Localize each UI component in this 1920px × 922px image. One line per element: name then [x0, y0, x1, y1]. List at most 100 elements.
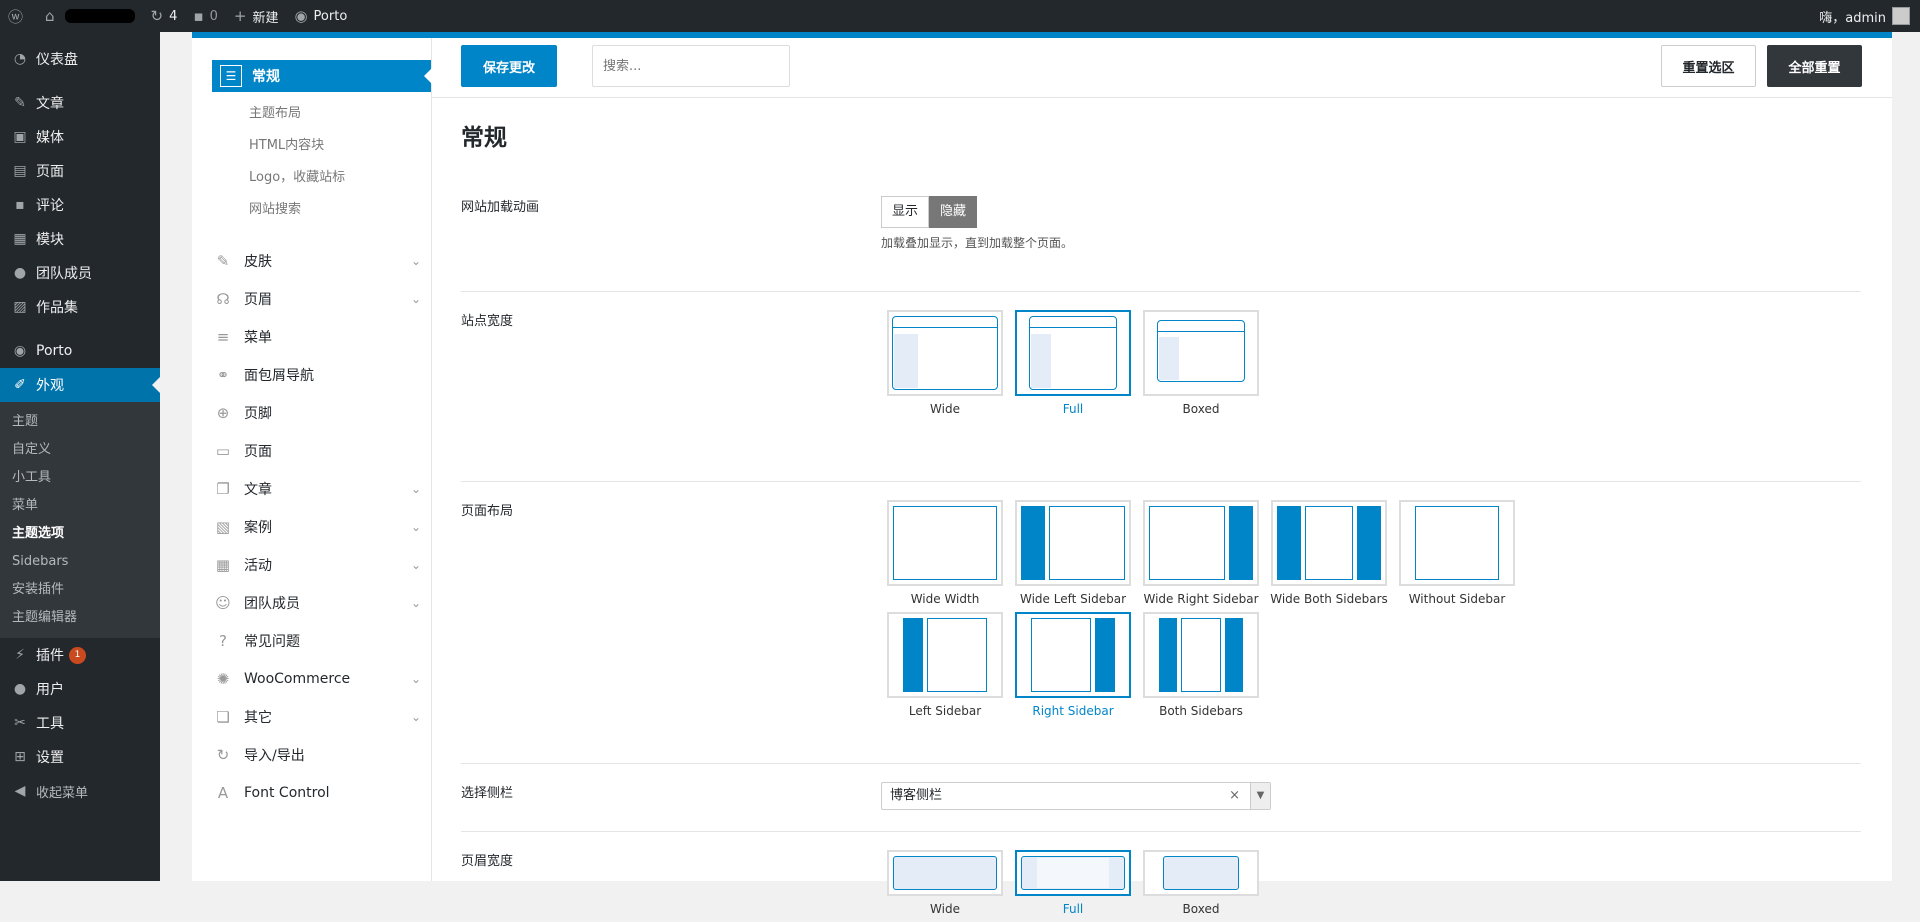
- image-icon: ▧: [215, 518, 231, 536]
- nav-import-export[interactable]: ↻ 导入/导出: [192, 736, 431, 774]
- porto-icon: ◉: [294, 7, 308, 25]
- comments-link[interactable]: ▪ 0: [185, 0, 225, 32]
- search-input[interactable]: [592, 45, 790, 87]
- header-width-wide[interactable]: Wide: [881, 850, 1009, 916]
- new-content-link[interactable]: + 新建: [226, 0, 287, 32]
- redacted-site-name: [64, 9, 135, 23]
- media-icon: ▣: [13, 129, 27, 145]
- menu-tools[interactable]: ✂ 工具: [0, 706, 160, 740]
- menu-settings[interactable]: ⊞ 设置: [0, 740, 160, 774]
- nav-menu[interactable]: ≡ 菜单: [192, 318, 431, 356]
- menu-appearance[interactable]: ✐ 外观: [0, 368, 160, 402]
- chevron-down-icon[interactable]: ▼: [1250, 783, 1270, 809]
- user-icon: ●: [13, 681, 27, 697]
- submenu-sidebars[interactable]: Sidebars: [0, 548, 160, 576]
- plus-icon: +: [233, 7, 247, 25]
- menu-portfolio[interactable]: ▨ 作品集: [0, 290, 160, 324]
- site-width-wide[interactable]: Wide: [881, 310, 1009, 416]
- menu-blocks[interactable]: ▦ 模块: [0, 222, 160, 256]
- site-width-boxed[interactable]: Boxed: [1137, 310, 1265, 416]
- page-layout-field: Wide Width Wide Left Sidebar Wide Right …: [881, 500, 1641, 724]
- nav-events[interactable]: ▦ 活动 ⌄: [192, 546, 431, 584]
- submenu-widgets[interactable]: 小工具: [0, 464, 160, 492]
- menu-plugins[interactable]: ⚡ 插件 1: [0, 638, 160, 672]
- nav-sub-logo[interactable]: Logo，收藏站标: [192, 162, 431, 194]
- header-width-label: 页眉宽度: [461, 854, 514, 869]
- layout-thumbnail: [887, 310, 1003, 396]
- layout-left-sidebar[interactable]: Left Sidebar: [881, 612, 1009, 718]
- option-label: Left Sidebar: [908, 704, 982, 718]
- nav-woocommerce[interactable]: ✺ WooCommerce ⌄: [192, 660, 431, 698]
- nav-breadcrumbs[interactable]: ⚭ 面包屑导航: [192, 356, 431, 394]
- menu-dashboard[interactable]: ◔ 仪表盘: [0, 42, 160, 76]
- reset-section-button[interactable]: 重置选区: [1661, 45, 1756, 87]
- wp-logo-button[interactable]: ⓦ: [0, 0, 37, 32]
- submenu-customize[interactable]: 自定义: [0, 436, 160, 464]
- nav-sub-theme-layout[interactable]: 主题布局: [192, 98, 431, 130]
- layout-wide-left-sidebar[interactable]: Wide Left Sidebar: [1009, 500, 1137, 606]
- nav-team[interactable]: ☺ 团队成员 ⌄: [192, 584, 431, 622]
- layout-right-sidebar[interactable]: Right Sidebar: [1009, 612, 1137, 718]
- save-changes-button[interactable]: 保存更改: [461, 45, 557, 87]
- submenu-menus[interactable]: 菜单: [0, 492, 160, 520]
- submenu-themes[interactable]: 主题: [0, 408, 160, 436]
- submenu-install-plugins[interactable]: 安装插件: [0, 576, 160, 604]
- layout-wide-right-sidebar[interactable]: Wide Right Sidebar: [1137, 500, 1265, 606]
- layout-wide-both-sidebars[interactable]: Wide Both Sidebars: [1265, 500, 1393, 606]
- wordpress-icon: ⓦ: [8, 7, 24, 26]
- menu-comments[interactable]: ▪ 评论: [0, 188, 160, 222]
- show-option[interactable]: 显示: [881, 196, 930, 228]
- arrow-down-circle-icon: ⊕: [216, 404, 230, 422]
- nav-skin[interactable]: ✎ 皮肤 ⌄: [192, 242, 431, 280]
- layout-thumbnail: [1143, 850, 1259, 896]
- nav-faq[interactable]: ? 常见问题: [192, 622, 431, 660]
- menu-users[interactable]: ● 用户: [0, 672, 160, 706]
- nav-label: 面包屑导航: [244, 368, 314, 384]
- nav-page[interactable]: ▭ 页面: [192, 432, 431, 470]
- layout-wide-width[interactable]: Wide Width: [881, 500, 1009, 606]
- loading-overlay-toggle: 显示 隐藏: [881, 196, 1073, 228]
- option-label: Full: [1062, 402, 1084, 416]
- layout-both-sidebars[interactable]: Both Sidebars: [1137, 612, 1265, 718]
- nav-posts[interactable]: ❐ 文章 ⌄: [192, 470, 431, 508]
- menu-media[interactable]: ▣ 媒体: [0, 120, 160, 154]
- nav-footer[interactable]: ⊕ 页脚: [192, 394, 431, 432]
- refresh-icon: ↻: [150, 7, 164, 25]
- layers-icon: ❏: [216, 708, 230, 726]
- menu-porto[interactable]: ◉ Porto: [0, 334, 160, 368]
- reset-all-button[interactable]: 全部重置: [1767, 45, 1862, 87]
- submenu-theme-editor[interactable]: 主题编辑器: [0, 604, 160, 632]
- menu-label: Porto: [36, 343, 73, 359]
- nav-label: 页眉: [244, 292, 272, 308]
- menu-posts[interactable]: ✎ 文章: [0, 86, 160, 120]
- site-width-label: 站点宽度: [461, 314, 514, 329]
- nav-header[interactable]: ☊ 页眉 ⌄: [192, 280, 431, 318]
- nav-sub-html-blocks[interactable]: HTML内容块: [192, 130, 431, 162]
- header-width-boxed[interactable]: Boxed: [1137, 850, 1265, 916]
- submenu-theme-options[interactable]: 主题选项: [0, 520, 160, 548]
- menu-label: 文章: [36, 96, 64, 112]
- hide-option[interactable]: 隐藏: [929, 196, 978, 228]
- clear-icon[interactable]: ×: [1229, 783, 1240, 809]
- layout-thumbnail: [1143, 500, 1259, 586]
- layout-without-sidebar[interactable]: Without Sidebar: [1393, 500, 1521, 606]
- user-account[interactable]: 嗨，admin: [1819, 7, 1920, 26]
- nav-general[interactable]: ☰ 常规: [212, 60, 432, 92]
- site-width-full[interactable]: Full: [1009, 310, 1137, 416]
- nav-font-control[interactable]: A Font Control: [192, 774, 431, 812]
- layout-thumbnail: [887, 612, 1003, 698]
- nav-sub-search[interactable]: 网站搜索: [192, 194, 431, 226]
- pin-icon: ✎: [14, 95, 26, 111]
- sidebar-select[interactable]: 博客侧栏 × ▼: [881, 782, 1271, 810]
- menu-collapse[interactable]: ◀ 收起菜单: [0, 774, 160, 808]
- admin-bar: ⓦ ⌂ ↻ 4 ▪ 0 + 新建 ◉ Porto 嗨，admin: [0, 0, 1920, 32]
- nav-portfolio[interactable]: ▧ 案例 ⌄: [192, 508, 431, 546]
- options-nav: ☰ 常规 主题布局 HTML内容块 Logo，收藏站标 网站搜索 ✎ 皮肤 ⌄ ☊ 页眉…: [192, 38, 432, 881]
- header-width-full[interactable]: Full: [1009, 850, 1137, 916]
- nav-other[interactable]: ❏ 其它 ⌄: [192, 698, 431, 736]
- menu-team[interactable]: ● 团队成员: [0, 256, 160, 290]
- site-name-link[interactable]: ⌂: [37, 0, 143, 32]
- porto-link[interactable]: ◉ Porto: [286, 0, 355, 32]
- menu-pages[interactable]: ▤ 页面: [0, 154, 160, 188]
- updates-link[interactable]: ↻ 4: [143, 0, 186, 32]
